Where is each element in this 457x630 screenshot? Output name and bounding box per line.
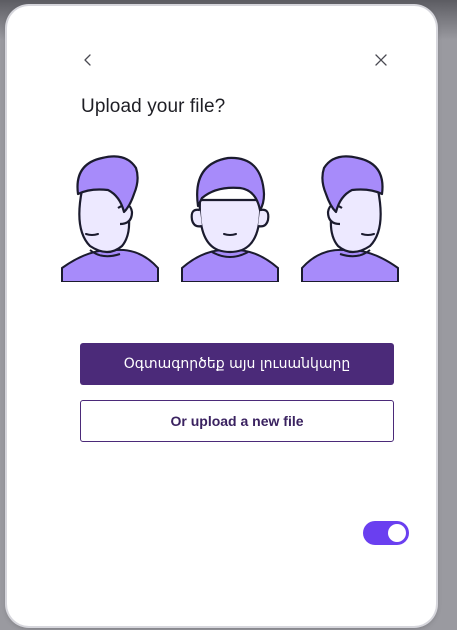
back-button[interactable]	[76, 48, 100, 72]
chevron-left-icon	[84, 54, 91, 66]
toggle-knob	[388, 524, 406, 542]
dialog-title: Upload your file?	[81, 96, 226, 117]
avatar-front	[181, 156, 279, 282]
use-photo-button[interactable]: Օգտագործեք այս լուսանկարը	[80, 343, 394, 385]
avatar-right-profile	[301, 155, 399, 282]
close-button[interactable]	[369, 48, 393, 72]
toggle-switch[interactable]	[363, 521, 409, 545]
avatar-left-profile	[61, 155, 159, 282]
avatar-illustrations	[55, 150, 405, 290]
close-icon	[375, 54, 387, 66]
upload-new-file-button[interactable]: Or upload a new file	[80, 400, 394, 442]
